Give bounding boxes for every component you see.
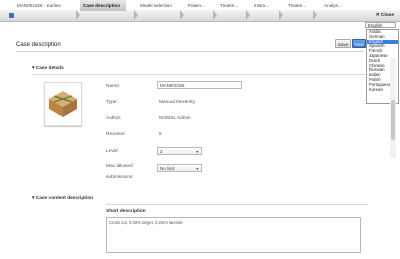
name-field[interactable]: MAN001026 bbox=[157, 81, 242, 89]
section-divider bbox=[106, 204, 368, 205]
author-value: NOMSL Admin bbox=[159, 116, 191, 121]
case-thumbnail bbox=[44, 82, 82, 126]
revision-value: 5 bbox=[159, 132, 162, 137]
level-label: Level: bbox=[106, 149, 119, 154]
next-button[interactable]: Next bbox=[352, 39, 366, 48]
case-content-toggle[interactable]: ▾ Case content description bbox=[32, 196, 93, 201]
max-submissions-value: No limit bbox=[160, 166, 175, 171]
tab-case-description[interactable]: Case description bbox=[80, 0, 127, 11]
breadcrumb-case-id[interactable]: MAN001026 - Karline bbox=[17, 0, 61, 11]
chevron-right-icon bbox=[180, 10, 184, 20]
section-divider bbox=[32, 74, 368, 75]
level-value: 2 bbox=[160, 149, 163, 154]
max-submissions-label-line1: Max allowed bbox=[106, 164, 133, 169]
chevron-right-icon bbox=[134, 10, 138, 20]
name-label: Name: bbox=[106, 84, 121, 89]
app-logo-icon bbox=[9, 13, 14, 18]
chevron-right-icon bbox=[213, 10, 217, 20]
tab-analysis[interactable]: Analys... bbox=[324, 0, 342, 11]
header-divider bbox=[16, 51, 364, 52]
tile-cross-icon bbox=[49, 91, 77, 117]
chevron-down-icon: ▼ bbox=[195, 167, 199, 171]
case-details-toggle[interactable]: ▾ Case details bbox=[32, 66, 64, 71]
chevron-down-icon: ▼ bbox=[195, 150, 199, 154]
short-description-label: Short description bbox=[106, 209, 146, 214]
revision-label: Revision: bbox=[106, 132, 126, 137]
language-select[interactable]: English bbox=[365, 22, 396, 28]
scrollbar-thumb[interactable] bbox=[391, 100, 395, 140]
chevron-right-icon bbox=[279, 10, 283, 20]
breadcrumb-bar bbox=[0, 10, 400, 22]
max-submissions-select[interactable]: No limit ▼ bbox=[157, 164, 202, 172]
max-submissions-label-line2: submissions: bbox=[106, 175, 134, 180]
chevron-right-icon bbox=[76, 10, 80, 20]
type-label: Type: bbox=[106, 100, 118, 105]
short-description-textarea[interactable]: Cross cut, 0.00% target, 0.2mm laterals bbox=[106, 217, 361, 253]
page-title: Case description bbox=[16, 42, 61, 48]
chevron-right-icon bbox=[246, 10, 250, 20]
save-button[interactable]: Save bbox=[335, 39, 351, 48]
type-value: Manual Dexterity bbox=[159, 100, 195, 105]
close-button[interactable]: ✕ Close bbox=[376, 10, 394, 21]
author-label: Author: bbox=[106, 116, 122, 121]
tab-treatment-1[interactable]: Treatm... bbox=[220, 0, 238, 11]
chevron-right-icon bbox=[313, 10, 317, 20]
level-select[interactable]: 2 ▼ bbox=[157, 147, 202, 155]
case-details-title: Case details bbox=[35, 66, 64, 71]
tab-model-selection[interactable]: Model selection bbox=[140, 0, 172, 11]
close-label: Close bbox=[380, 13, 394, 18]
tab-instruments[interactable]: Instru... bbox=[254, 0, 269, 11]
tab-patient[interactable]: Patien... bbox=[188, 0, 205, 11]
case-content-title: Case content description bbox=[35, 196, 94, 201]
tab-treatment-2[interactable]: Treatm... bbox=[288, 0, 306, 11]
